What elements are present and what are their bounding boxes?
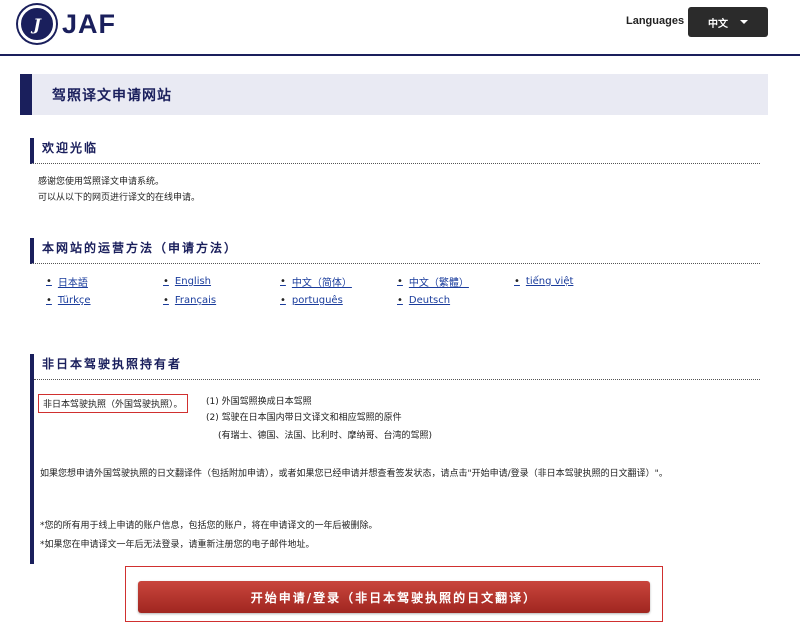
lang-link-turkish[interactable]: Türkçe — [46, 295, 163, 306]
lang-link-german[interactable]: Deutsch — [397, 295, 514, 306]
welcome-heading: 欢迎光临 — [42, 141, 99, 155]
howto-section: 本网站的运营方法（申请方法） 日本語 English 中文（简体） 中文（繁體）… — [30, 238, 760, 306]
jaf-logo[interactable]: J JAF — [18, 5, 116, 43]
nonjp-section: 非日本驾驶执照持有者 非日本驾驶执照（外国驾驶执照）。 (1) 外国驾照换成日本… — [30, 354, 760, 564]
language-select[interactable]: 中文 — [688, 7, 768, 37]
nonjp-license-label: 非日本驾驶执照（外国驾驶执照）。 — [38, 394, 188, 413]
nonjp-item-1: (1) 外国驾照换成日本驾照 — [206, 397, 312, 407]
nonjp-note-1: *您的所有用于线上申请的账户信息，包括您的账户，将在申请译文的一年后被删除。 — [40, 521, 378, 531]
page-title: 驾照译文申请网站 — [52, 88, 172, 104]
lang-link-chinese-traditional[interactable]: 中文（繁體） — [397, 274, 514, 289]
start-application-button[interactable]: 开始申请/登录（非日本驾驶执照的日文翻译） — [138, 581, 650, 613]
jaf-emblem-icon: J — [18, 5, 56, 43]
lang-link-vietnamese[interactable]: tiếng việt — [514, 274, 631, 289]
page-title-bar: 驾照译文申请网站 — [20, 74, 768, 115]
howto-heading: 本网站的运营方法（申请方法） — [42, 241, 239, 255]
nonjp-heading: 非日本驾驶执照持有者 — [42, 357, 183, 371]
language-selected: 中文 — [708, 18, 728, 30]
lang-link-portuguese[interactable]: português — [280, 295, 397, 306]
languages-label: Languages : — [626, 15, 691, 27]
lang-link-english[interactable]: English — [163, 274, 280, 289]
lang-link-japanese[interactable]: 日本語 — [46, 274, 163, 289]
lang-link-chinese-simplified[interactable]: 中文（简体） — [280, 274, 397, 289]
language-links: 日本語 English 中文（简体） 中文（繁體） tiếng việt Tür… — [30, 274, 760, 306]
nonjp-note-2: *如果您在申请译文一年后无法登录，请重新注册您的电子邮件地址。 — [40, 540, 315, 550]
welcome-line-1: 感谢您使用驾照译文申请系统。 — [38, 177, 165, 187]
welcome-heading-bar: 欢迎光临 — [30, 138, 760, 164]
welcome-section: 欢迎光临 感谢您使用驾照译文申请系统。 可以从以下的网页进行译文的在线申请。 — [30, 138, 760, 206]
nonjp-item-2: (2) 驾驶在日本国内带日文译文和相应驾照的原件 — [206, 413, 402, 423]
brand-name: JAF — [62, 8, 117, 39]
lang-link-french[interactable]: Français — [163, 295, 280, 306]
nonjp-heading-bar: 非日本驾驶执照持有者 — [34, 354, 760, 380]
nonjp-paragraph: 如果您想申请外国驾驶执照的日文翻译件（包括附加申请），或者如果您已经申请并想查看… — [40, 469, 668, 479]
site-header: J JAF Languages : 中文 — [0, 0, 800, 56]
nonjp-item-2-note: (有瑞士、德国、法国、比利时、摩纳哥、台湾的驾照) — [218, 431, 433, 441]
chevron-down-icon — [740, 20, 748, 24]
welcome-line-2: 可以从以下的网页进行译文的在线申请。 — [38, 193, 201, 203]
howto-heading-bar: 本网站的运营方法（申请方法） — [30, 238, 760, 264]
start-button-frame: 开始申请/登录（非日本驾驶执照的日文翻译） — [125, 566, 663, 622]
